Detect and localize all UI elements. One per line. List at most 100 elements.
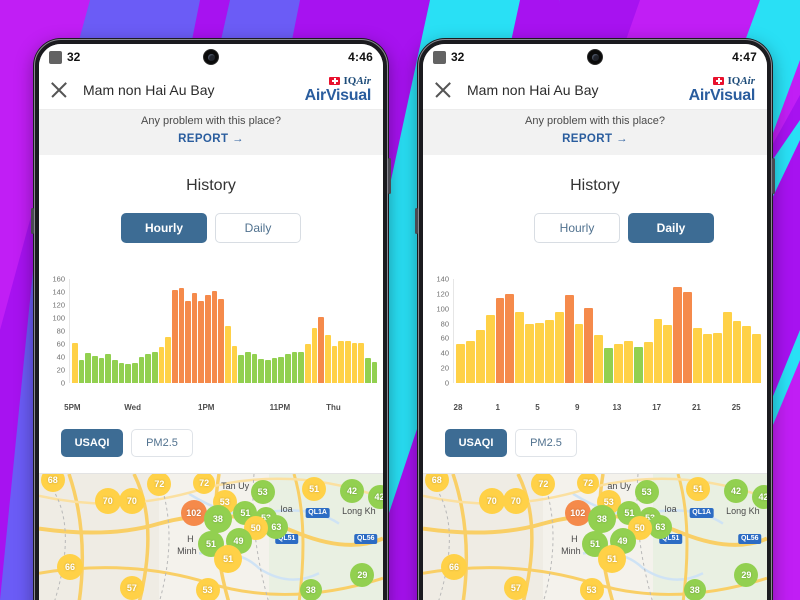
map-aqi-pin[interactable]: 38 bbox=[683, 579, 706, 600]
swiss-flag-icon bbox=[329, 77, 341, 85]
map-aqi-pin[interactable]: 102 bbox=[564, 499, 591, 526]
chart-bar bbox=[623, 340, 633, 383]
map-aqi-pin[interactable]: 51 bbox=[214, 545, 243, 574]
chart-bar bbox=[205, 294, 211, 383]
chart-bar bbox=[72, 343, 78, 383]
history-section: History Hourly Daily 0 20 40 60 80 100 120 140 160 5… bbox=[39, 155, 383, 473]
status-bar: 32 4:46 bbox=[39, 44, 383, 70]
chart-bar bbox=[633, 347, 643, 383]
chart-bar bbox=[742, 325, 752, 383]
y-axis-tick: 100 bbox=[52, 313, 65, 323]
chart-bar bbox=[311, 327, 318, 383]
chart-bar bbox=[111, 360, 118, 383]
volume-button[interactable] bbox=[415, 208, 418, 234]
chart-bar bbox=[535, 322, 544, 383]
status-bar-left: 32 bbox=[433, 50, 464, 64]
aqi-map[interactable]: Tan Uy loa Long Kh H Minh QL1A QL51 QL56 68 70 70 7… bbox=[39, 473, 383, 600]
map-aqi-pin[interactable]: 66 bbox=[56, 553, 83, 580]
x-axis-tick: 5PM bbox=[64, 403, 81, 412]
phone-screen-left: 32 4:46 Mam non Hai Au Bay IQAir AirVisual An… bbox=[39, 44, 383, 600]
map-aqi-pin[interactable]: 102 bbox=[180, 499, 207, 526]
map-aqi-pin[interactable]: 53 bbox=[195, 578, 220, 600]
report-button[interactable]: REPORT → bbox=[423, 133, 767, 145]
report-button[interactable]: REPORT → bbox=[39, 133, 383, 145]
tab-hourly[interactable]: Hourly bbox=[534, 213, 620, 243]
chart-bar bbox=[105, 354, 111, 383]
y-axis-tick: 0 bbox=[60, 378, 65, 388]
chart-bar bbox=[594, 335, 604, 383]
chart-bar bbox=[218, 299, 225, 383]
tab-daily[interactable]: Daily bbox=[628, 213, 714, 243]
chart-bar bbox=[485, 315, 495, 383]
status-badge-count: 32 bbox=[451, 50, 465, 64]
chart-bar bbox=[125, 363, 131, 383]
chart-bar bbox=[85, 353, 91, 383]
brand-iqair-row: IQAir bbox=[689, 75, 755, 87]
x-axis-tick: 5 bbox=[535, 403, 540, 412]
map-aqi-pin[interactable]: 72 bbox=[531, 474, 556, 497]
tab-hourly[interactable]: Hourly bbox=[121, 213, 207, 243]
map-aqi-pin[interactable]: 66 bbox=[440, 553, 467, 580]
map-aqi-pin[interactable]: 70 bbox=[118, 488, 145, 515]
y-axis-tick: 160 bbox=[52, 274, 65, 284]
map-road-badge: QL1A bbox=[689, 507, 714, 518]
chart-bar bbox=[225, 325, 231, 383]
chart-bar bbox=[653, 319, 663, 383]
map-aqi-pin[interactable]: 53 bbox=[634, 480, 659, 505]
chart-bar bbox=[351, 343, 358, 383]
map-aqi-pin[interactable]: 63 bbox=[648, 514, 673, 539]
chart-bar bbox=[145, 354, 151, 383]
map-aqi-pin[interactable]: 72 bbox=[147, 474, 172, 497]
map-aqi-pin[interactable]: 38 bbox=[299, 579, 322, 600]
chart-bar bbox=[158, 347, 165, 383]
map-aqi-pin[interactable]: 70 bbox=[94, 488, 121, 515]
chart-bar bbox=[198, 301, 205, 383]
map-aqi-pin[interactable]: 57 bbox=[503, 575, 528, 600]
aqi-map[interactable]: an Uy loa Long Kh H Minh QL1A QL51 QL56 68 70 70 72… bbox=[423, 473, 767, 600]
map-place-label: Minh bbox=[561, 546, 581, 557]
close-icon[interactable] bbox=[433, 80, 453, 100]
map-aqi-pin[interactable]: 51 bbox=[686, 477, 711, 502]
chart-x-axis: 28 1 5 9 13 17 21 25 bbox=[453, 401, 761, 415]
chart-bar bbox=[271, 358, 278, 383]
chart-bar bbox=[265, 359, 271, 383]
map-aqi-pin[interactable]: 72 bbox=[577, 474, 600, 495]
chart-bar bbox=[663, 325, 673, 383]
tab-daily[interactable]: Daily bbox=[215, 213, 301, 243]
volume-button[interactable] bbox=[31, 208, 34, 234]
pollutant-tab-pm25[interactable]: PM2.5 bbox=[515, 429, 577, 457]
map-aqi-pin[interactable]: 57 bbox=[119, 575, 144, 600]
map-aqi-pin[interactable]: 42 bbox=[340, 478, 365, 503]
map-aqi-pin[interactable]: 53 bbox=[250, 480, 275, 505]
front-camera-icon bbox=[587, 49, 603, 65]
pollutant-tab-pm25[interactable]: PM2.5 bbox=[131, 429, 193, 457]
map-aqi-pin[interactable]: 29 bbox=[350, 562, 375, 587]
map-aqi-pin[interactable]: 42 bbox=[724, 478, 749, 503]
page-title: Mam non Hai Au Bay bbox=[467, 81, 599, 98]
close-icon[interactable] bbox=[49, 80, 69, 100]
map-aqi-pin[interactable]: 63 bbox=[264, 514, 289, 539]
power-button[interactable] bbox=[388, 158, 391, 194]
map-place-label: Long Kh bbox=[342, 506, 376, 517]
map-aqi-pin[interactable]: 70 bbox=[478, 488, 505, 515]
chart-bar bbox=[258, 358, 265, 383]
phone-device-left: 32 4:46 Mam non Hai Au Bay IQAir AirVisual An… bbox=[31, 38, 391, 600]
power-button[interactable] bbox=[772, 158, 775, 194]
map-aqi-pin[interactable]: 70 bbox=[502, 488, 529, 515]
chart-plot-area bbox=[453, 279, 762, 383]
chart-bar bbox=[91, 355, 98, 383]
map-aqi-pin[interactable]: 29 bbox=[734, 562, 759, 587]
chart-bar bbox=[673, 287, 683, 383]
chart-bar bbox=[712, 332, 722, 383]
map-aqi-pin[interactable]: 51 bbox=[598, 545, 627, 574]
pollutant-tab-usaqi[interactable]: USAQI bbox=[445, 429, 507, 457]
map-aqi-pin[interactable]: 53 bbox=[579, 578, 604, 600]
chart-bar bbox=[324, 334, 331, 383]
map-aqi-pin[interactable]: 38 bbox=[587, 505, 616, 534]
pollutant-tab-usaqi[interactable]: USAQI bbox=[61, 429, 123, 457]
map-aqi-pin[interactable]: 51 bbox=[302, 477, 327, 502]
map-place-label: Minh bbox=[177, 546, 197, 557]
map-aqi-pin[interactable]: 72 bbox=[193, 474, 216, 495]
map-aqi-pin[interactable]: 38 bbox=[203, 505, 232, 534]
pollutant-tabs: USAQI PM2.5 bbox=[423, 415, 767, 473]
